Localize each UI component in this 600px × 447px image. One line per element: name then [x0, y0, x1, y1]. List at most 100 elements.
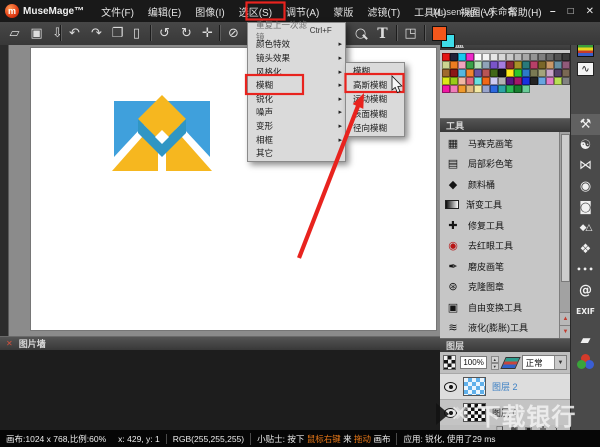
- diamond-grid-icon[interactable]: ❖: [571, 239, 600, 260]
- color-swatch[interactable]: [466, 69, 474, 77]
- eye-icon[interactable]: [444, 407, 457, 418]
- redo-icon[interactable]: ↷: [86, 23, 107, 44]
- color-swatch[interactable]: [522, 69, 530, 77]
- zoom-tool-icon[interactable]: ○: [350, 23, 371, 44]
- color-swatch[interactable]: [490, 61, 498, 69]
- color-swatch[interactable]: [466, 85, 474, 93]
- water-drops-icon[interactable]: ◆△: [571, 218, 600, 239]
- color-wheel-icon[interactable]: ◉: [571, 176, 600, 197]
- color-swatch[interactable]: [474, 77, 482, 85]
- color-swatch[interactable]: [498, 85, 506, 93]
- color-swatch[interactable]: [546, 77, 554, 85]
- move-icon[interactable]: ✛: [197, 23, 218, 44]
- color-swatch[interactable]: [498, 69, 506, 77]
- color-swatch[interactable]: [530, 53, 538, 61]
- parallelogram-icon[interactable]: ▰: [571, 330, 600, 352]
- ellipsis-icon[interactable]: •••: [571, 260, 600, 281]
- new-file-icon[interactable]: ▯: [126, 23, 147, 44]
- close-icon[interactable]: ✕: [6, 339, 13, 348]
- color-swatch[interactable]: [506, 61, 514, 69]
- rotate-left-icon[interactable]: ↺: [154, 23, 175, 44]
- tool-item[interactable]: ▣ 自由变换工具: [440, 297, 570, 318]
- color-swatch[interactable]: [514, 53, 522, 61]
- color-swatch[interactable]: [482, 85, 490, 93]
- color-swatch[interactable]: [538, 77, 546, 85]
- color-swatch[interactable]: [490, 69, 498, 77]
- submenu-item[interactable]: 模糊: [346, 64, 404, 78]
- color-swatch[interactable]: [450, 85, 458, 93]
- color-swatch[interactable]: [530, 77, 538, 85]
- color-swatch[interactable]: [530, 61, 538, 69]
- submenu-item[interactable]: 径向模糊: [346, 121, 404, 135]
- color-swatch[interactable]: [490, 77, 498, 85]
- color-swatch[interactable]: [458, 61, 466, 69]
- filter-menu-item[interactable]: 模糊 ▸: [248, 78, 345, 92]
- color-swatch[interactable]: [514, 77, 522, 85]
- submenu-item[interactable]: 表面模糊: [346, 107, 404, 121]
- filter-menu-item[interactable]: 锐化 ▸: [248, 92, 345, 106]
- color-swatch[interactable]: [506, 53, 514, 61]
- cube-icon[interactable]: ◳: [400, 23, 421, 44]
- stepper-down-icon[interactable]: ▼: [490, 363, 499, 370]
- layer-row[interactable]: 图层 2: [440, 373, 570, 399]
- submenu-item[interactable]: 高斯模糊: [346, 78, 404, 92]
- rotate-right-icon[interactable]: ↻: [176, 23, 197, 44]
- color-swatch[interactable]: [506, 85, 514, 93]
- color-swatch[interactable]: [458, 53, 466, 61]
- color-swatch[interactable]: [474, 85, 482, 93]
- menubar-item[interactable]: 编辑(E): [141, 0, 188, 22]
- color-swatch[interactable]: [450, 53, 458, 61]
- palette-icon[interactable]: ☯: [571, 135, 600, 156]
- color-swatch[interactable]: [442, 77, 450, 85]
- color-swatch[interactable]: [458, 85, 466, 93]
- color-swatch[interactable]: [562, 61, 570, 69]
- color-swatch[interactable]: [562, 69, 570, 77]
- color-swatch[interactable]: [514, 61, 522, 69]
- color-swatch[interactable]: [546, 69, 554, 77]
- color-swatch[interactable]: [474, 69, 482, 77]
- color-swatch[interactable]: [442, 69, 450, 77]
- tool-item[interactable]: ◉ 去红眼工具: [440, 236, 570, 257]
- color-swatch[interactable]: [450, 77, 458, 85]
- tool-item[interactable]: 渐变工具: [440, 195, 570, 216]
- color-swatch[interactable]: [442, 61, 450, 69]
- tool-item[interactable]: ◆ 颜料桶: [440, 174, 570, 195]
- rgb-circles-icon[interactable]: [571, 352, 600, 374]
- scrollbar-thumb[interactable]: [561, 134, 570, 282]
- color-swatch[interactable]: [514, 85, 522, 93]
- color-swatch[interactable]: [506, 69, 514, 77]
- color-swatch[interactable]: [482, 53, 490, 61]
- color-swatch[interactable]: [450, 69, 458, 77]
- color-swatch[interactable]: [498, 53, 506, 61]
- undo-icon[interactable]: ↶: [64, 23, 85, 44]
- color-swatch[interactable]: [522, 53, 530, 61]
- color-swatch[interactable]: [562, 77, 570, 85]
- menubar-item[interactable]: 蒙版: [326, 0, 360, 22]
- save-icon[interactable]: ▣: [26, 23, 47, 44]
- color-swatch[interactable]: [506, 77, 514, 85]
- filter-menu-item[interactable]: 重复上一次滤镜 Ctrl+F ▸: [248, 20, 345, 42]
- filter-menu-item[interactable]: 风格化 ▸: [248, 65, 345, 79]
- minimize-button[interactable]: –: [550, 6, 556, 17]
- color-swatch[interactable]: [442, 53, 450, 61]
- stepper-up-icon[interactable]: ▲: [490, 356, 499, 363]
- tools-icon[interactable]: ⚒: [571, 114, 600, 135]
- color-swatch[interactable]: [522, 77, 530, 85]
- color-swatch[interactable]: [490, 53, 498, 61]
- tool-item[interactable]: ▦ 马赛克画笔: [440, 133, 570, 154]
- color-swatch[interactable]: [458, 69, 466, 77]
- submenu-item[interactable]: 运动模糊: [346, 92, 404, 106]
- tool-item[interactable]: ✚ 修复工具: [440, 215, 570, 236]
- exif-icon[interactable]: EXIF: [571, 301, 600, 322]
- color-swatch[interactable]: [538, 69, 546, 77]
- color-swatch[interactable]: [482, 61, 490, 69]
- tools-scrollbar[interactable]: ▲ ▼: [559, 132, 571, 338]
- color-swatch[interactable]: [498, 61, 506, 69]
- eye-icon[interactable]: [444, 381, 457, 392]
- color-swatch[interactable]: [538, 53, 546, 61]
- tool-item[interactable]: ▤ 局部彩色笔: [440, 154, 570, 175]
- color-swatch[interactable]: [474, 61, 482, 69]
- color-swatch[interactable]: [458, 77, 466, 85]
- color-swatch[interactable]: [514, 69, 522, 77]
- color-swatch[interactable]: [466, 77, 474, 85]
